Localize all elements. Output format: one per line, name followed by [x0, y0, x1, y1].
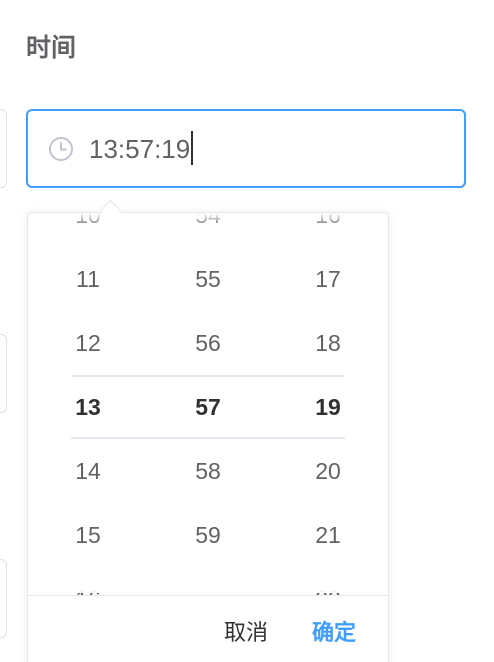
confirm-button[interactable]: 确定 — [312, 616, 356, 652]
hour-option[interactable]: 16 — [28, 567, 148, 595]
second-option[interactable]: 18 — [268, 311, 388, 375]
time-picker-panel: 10 11 12 13 14 15 16 54 55 56 57 58 59 1… — [27, 212, 389, 662]
left-partial-input[interactable] — [0, 559, 7, 638]
clock-icon — [49, 137, 73, 161]
second-option[interactable]: 22 — [268, 567, 388, 595]
second-option[interactable]: 20 — [268, 439, 388, 503]
hour-option[interactable]: 14 — [28, 439, 148, 503]
time-field-label: 时间 — [26, 33, 77, 62]
second-option-selected[interactable]: 19 — [268, 375, 388, 439]
hour-option[interactable]: 12 — [28, 311, 148, 375]
minute-option[interactable]: 56 — [148, 311, 268, 375]
minute-option[interactable]: 54 — [148, 213, 268, 247]
minutes-column[interactable]: 54 55 56 57 58 59 — [148, 213, 268, 595]
minute-option[interactable]: 59 — [148, 503, 268, 567]
second-option[interactable]: 17 — [268, 247, 388, 311]
hour-option[interactable]: 11 — [28, 247, 148, 311]
minute-option[interactable]: 55 — [148, 247, 268, 311]
minute-option-selected[interactable]: 57 — [148, 375, 268, 439]
second-option[interactable]: 21 — [268, 503, 388, 567]
time-input[interactable]: 13:57:19 — [26, 109, 466, 188]
time-spinner: 10 11 12 13 14 15 16 54 55 56 57 58 59 1… — [28, 213, 388, 595]
seconds-column[interactable]: 16 17 18 19 20 21 22 — [268, 213, 388, 595]
time-picker-footer: 取消 确定 — [28, 595, 388, 662]
cancel-button[interactable]: 取消 — [224, 616, 268, 652]
second-option[interactable]: 16 — [268, 213, 388, 247]
text-caret — [191, 131, 194, 165]
hour-option-selected[interactable]: 13 — [28, 375, 148, 439]
hour-option[interactable]: 15 — [28, 503, 148, 567]
hours-column[interactable]: 10 11 12 13 14 15 16 — [28, 213, 148, 595]
left-partial-input[interactable] — [0, 334, 7, 413]
left-partial-input[interactable] — [0, 109, 7, 188]
time-input-value: 13:57:19 — [89, 131, 194, 167]
minute-option[interactable]: 58 — [148, 439, 268, 503]
hour-option[interactable]: 10 — [28, 213, 148, 247]
minute-option[interactable] — [148, 567, 268, 595]
